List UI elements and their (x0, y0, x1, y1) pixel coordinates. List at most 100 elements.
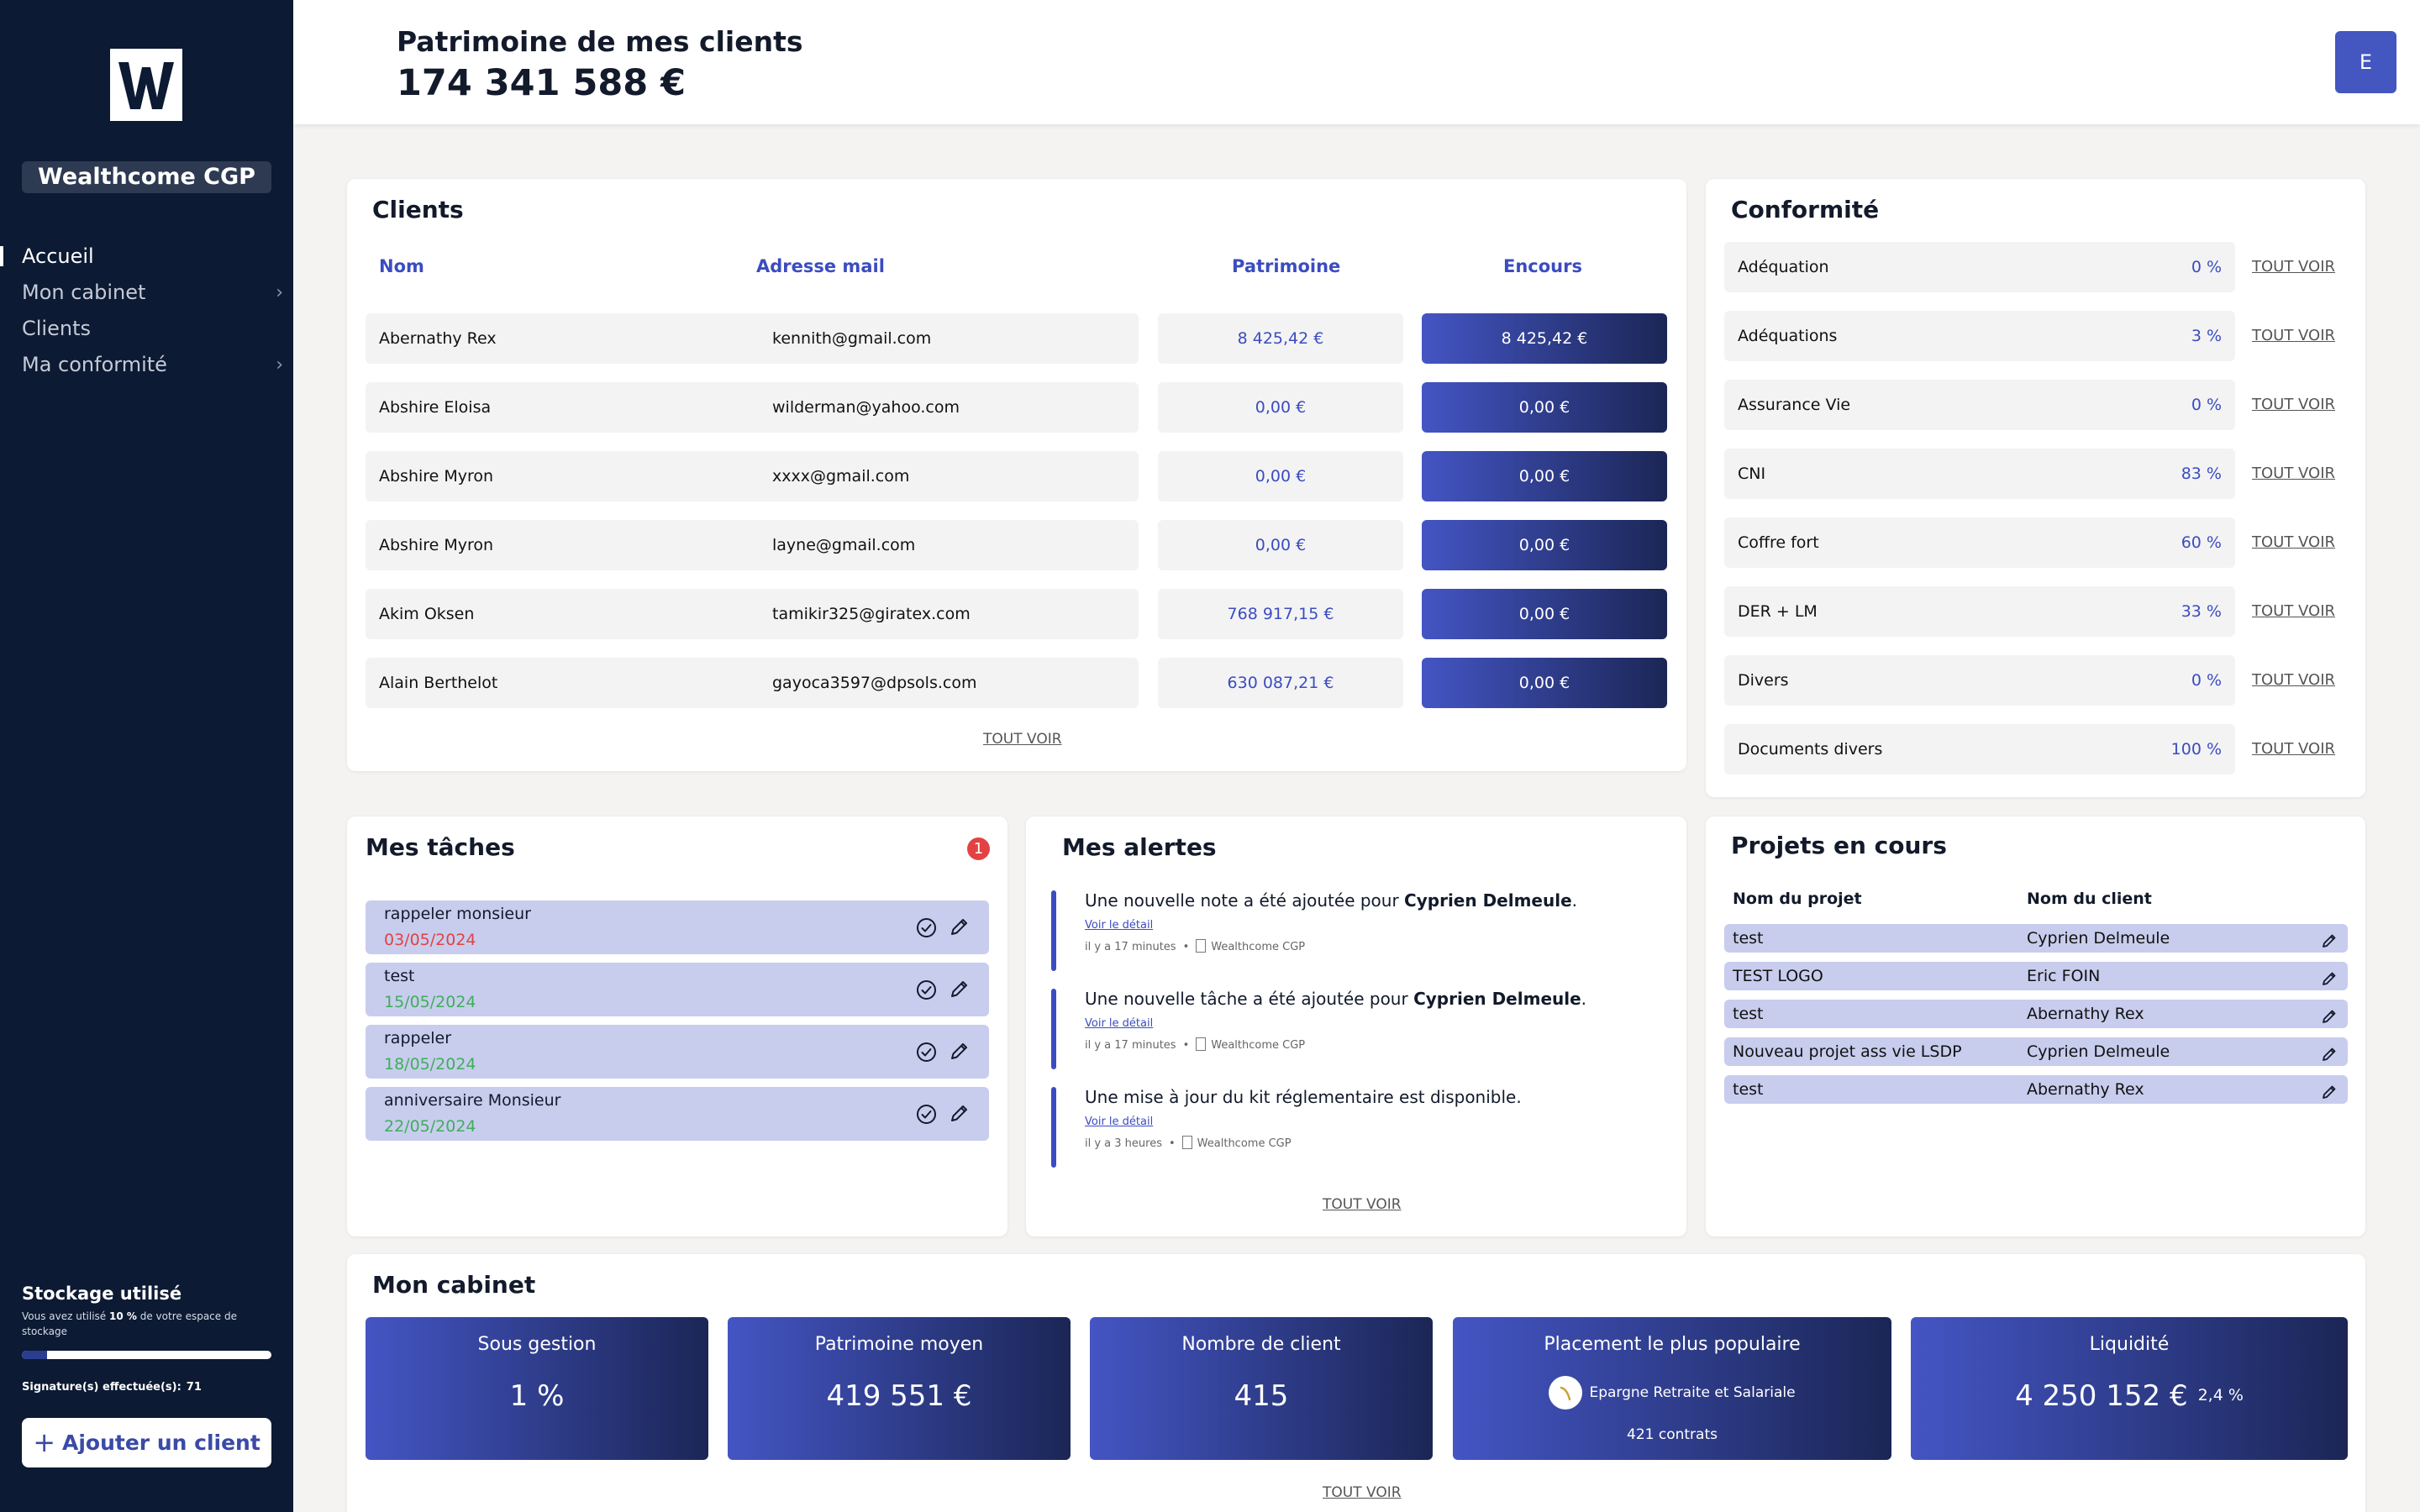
pencil-icon[interactable] (949, 916, 970, 937)
task-label: anniversaire Monsieur (384, 1091, 561, 1110)
logo-w-icon[interactable] (110, 49, 182, 121)
kpi-patrimoine-moyen[interactable]: Patrimoine moyen 419 551 € (728, 1317, 1071, 1460)
organization-name[interactable]: Wealthcome CGP (22, 161, 271, 193)
kpi-label: Placement le plus populaire (1544, 1334, 1801, 1355)
list-item: Adéquation 0 % (1724, 242, 2235, 292)
client-email: tamikir325@giratex.com (772, 605, 971, 623)
storage-description: Vous avez utilisé 10 % de votre espace d… (22, 1309, 271, 1339)
conformite-see-all-link[interactable]: TOUT VOIR (2252, 655, 2335, 706)
sidebar-item-clients[interactable]: Clients (0, 311, 293, 347)
list-item: Une nouvelle tâche a été ajoutée pour Cy… (1051, 989, 1690, 1069)
alert-client-name: Cyprien Delmeule (1404, 890, 1572, 911)
client-encours: 0,00 € (1422, 589, 1667, 639)
task-label: rappeler (384, 1029, 452, 1047)
kpi-nombre-client[interactable]: Nombre de client 415 (1090, 1317, 1433, 1460)
conformite-see-all-link[interactable]: TOUT VOIR (2252, 517, 2335, 568)
alert-meta: il y a 17 minutes • Wealthcome CGP (1085, 1037, 1305, 1052)
conformite-see-all-link[interactable]: TOUT VOIR (2252, 586, 2335, 637)
conformite-see-all-link[interactable]: TOUT VOIR (2252, 311, 2335, 361)
table-row[interactable]: test Abernathy Rex (1724, 1000, 2348, 1028)
conformite-label: Adéquation (1738, 258, 1829, 276)
project-client: Cyprien Delmeule (2027, 1042, 2170, 1061)
pencil-icon[interactable] (949, 1041, 970, 1062)
pencil-icon[interactable] (949, 1103, 970, 1124)
chevron-right-icon: › (276, 354, 283, 375)
project-name: test (1733, 929, 1764, 948)
conformite-percent: 0 % (2191, 258, 2222, 276)
alert-time: il y a 17 minutes (1085, 941, 1176, 953)
clients-see-all-link[interactable]: TOUT VOIR (983, 731, 1062, 748)
column-header-email: Adresse mail (756, 256, 885, 276)
sidebar-item-label: Ma conformité (22, 353, 167, 376)
list-item[interactable]: anniversaire Monsieur 22/05/2024 (366, 1087, 989, 1141)
project-client: Abernathy Rex (2027, 1080, 2144, 1099)
column-header-patrimoine: Patrimoine (1232, 256, 1341, 276)
pencil-icon[interactable] (2321, 968, 2338, 985)
kpi-label: Liquidité (2089, 1334, 2170, 1355)
table-row[interactable]: test Abernathy Rex (1724, 1075, 2348, 1104)
pencil-icon[interactable] (2321, 930, 2338, 948)
storage-title: Stockage utilisé (22, 1284, 182, 1304)
list-item[interactable]: rappeler 18/05/2024 (366, 1025, 989, 1079)
project-name: test (1733, 1005, 1764, 1023)
pencil-icon[interactable] (2321, 1043, 2338, 1061)
column-header-project: Nom du projet (1733, 890, 1862, 908)
header: Patrimoine de mes clients 174 341 588 € … (293, 0, 2420, 124)
list-item[interactable]: test 15/05/2024 (366, 963, 989, 1016)
check-circle-icon[interactable] (916, 1042, 937, 1063)
task-date: 22/05/2024 (384, 1117, 476, 1136)
alert-meta: il y a 3 heures • Wealthcome CGP (1085, 1136, 1292, 1150)
alert-source: Wealthcome CGP (1197, 1137, 1292, 1150)
signatures-count: Signature(s) effectuée(s): 71 (22, 1381, 271, 1394)
kpi-liquidite[interactable]: Liquidité 4 250 152 € 2,4 % (1911, 1317, 2348, 1460)
project-name: test (1733, 1080, 1764, 1099)
kpi-value: 419 551 € (826, 1379, 972, 1413)
alert-accent-bar (1051, 1087, 1056, 1168)
conformite-see-all-link[interactable]: TOUT VOIR (2252, 380, 2335, 430)
add-client-button[interactable]: + Ajouter un client (22, 1418, 271, 1467)
separator-dot: • (1182, 1039, 1190, 1052)
kpi-sous-gestion[interactable]: Sous gestion 1 % (366, 1317, 708, 1460)
avatar[interactable]: E (2335, 31, 2396, 93)
table-row[interactable]: Nouveau projet ass vie LSDP Cyprien Delme… (1724, 1037, 2348, 1066)
storage-percent: 10 % (109, 1310, 137, 1322)
check-circle-icon[interactable] (916, 1104, 937, 1125)
alerts-title: Mes alertes (1062, 833, 1217, 861)
table-row[interactable]: TEST LOGO Eric FOIN (1724, 962, 2348, 990)
plus-icon: + (33, 1426, 55, 1458)
tasks-card: Mes tâches rappeler monsieur 03/05/2024 te… (347, 816, 1007, 1236)
alerts-see-all-link[interactable]: TOUT VOIR (1323, 1196, 1402, 1213)
liquidite-amount: 4 250 152 € (2015, 1379, 2188, 1413)
pencil-icon[interactable] (2321, 1081, 2338, 1099)
list-item[interactable]: rappeler monsieur 03/05/2024 (366, 900, 989, 954)
conformite-see-all-link[interactable]: TOUT VOIR (2252, 449, 2335, 499)
project-client: Abernathy Rex (2027, 1005, 2144, 1023)
conformite-see-all-link[interactable]: TOUT VOIR (2252, 724, 2335, 774)
client-patrimoine: 0,00 € (1158, 520, 1403, 570)
check-circle-icon[interactable] (916, 979, 937, 1000)
table-row[interactable]: test Cyprien Delmeule (1724, 924, 2348, 953)
alert-detail-link[interactable]: Voir le détail (1085, 1116, 1153, 1128)
kpi-placement-row: Epargne Retraite et Salariale (1453, 1376, 1891, 1410)
alert-meta: il y a 17 minutes • Wealthcome CGP (1085, 939, 1305, 953)
client-encours: 0,00 € (1422, 382, 1667, 433)
kpi-placement-populaire[interactable]: Placement le plus populaire Epargne Retr… (1453, 1317, 1891, 1460)
pencil-icon[interactable] (2321, 1005, 2338, 1023)
storage-desc-prefix: Vous avez utilisé (22, 1310, 110, 1322)
sidebar-item-accueil[interactable]: Accueil (0, 239, 293, 275)
alert-time: il y a 17 minutes (1085, 1039, 1176, 1052)
conformite-label: CNI (1738, 465, 1766, 483)
column-header-client: Nom du client (2027, 890, 2152, 908)
conformite-see-all-link[interactable]: TOUT VOIR (2252, 242, 2335, 292)
list-item: Documents divers 100 % (1724, 724, 2235, 774)
alert-detail-link[interactable]: Voir le détail (1085, 1017, 1153, 1030)
sidebar-item-ma-conformite[interactable]: Ma conformité › (0, 347, 293, 383)
alert-detail-link[interactable]: Voir le détail (1085, 919, 1153, 932)
check-circle-icon[interactable] (916, 917, 937, 938)
cabinet-see-all-link[interactable]: TOUT VOIR (1323, 1484, 1402, 1501)
sidebar-item-mon-cabinet[interactable]: Mon cabinet › (0, 275, 293, 311)
pencil-icon[interactable] (949, 979, 970, 1000)
conformite-label: Coffre fort (1738, 533, 1819, 552)
conformite-percent: 83 % (2181, 465, 2222, 483)
kpi-label: Sous gestion (477, 1334, 597, 1355)
